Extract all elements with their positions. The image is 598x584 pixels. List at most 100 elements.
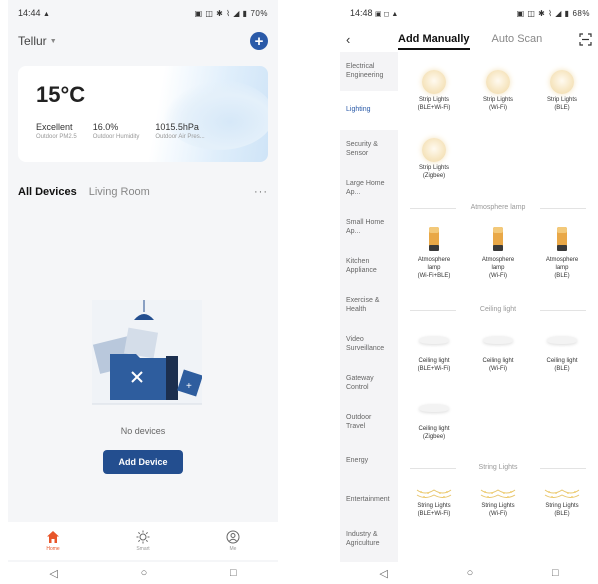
string-lights-row: String Lights (BLE+Wi-Fi) String Lights …: [398, 486, 598, 519]
system-back-button[interactable]: ◁: [49, 567, 57, 580]
strip-light-icon: [422, 70, 446, 94]
string-lights-icon: [416, 489, 452, 498]
tab-living-room[interactable]: Living Room: [89, 186, 150, 198]
add-device-button[interactable]: Add Device: [103, 450, 183, 474]
device-tile[interactable]: Ceiling light (BLE): [530, 328, 594, 374]
battery-level: 68%: [572, 8, 590, 18]
device-tile[interactable]: Strip Lights (BLE+Wi-Fi): [402, 70, 466, 113]
device-tile[interactable]: String Lights (Wi-Fi): [466, 486, 530, 519]
stat-pm25: Excellent Outdoor PM2.5: [36, 122, 77, 140]
system-nav-bar: ◁ ○ □: [8, 562, 278, 584]
weather-card[interactable]: 15°C Excellent Outdoor PM2.5 16.0% Outdo…: [18, 66, 268, 162]
add-device-header: ‹ Add Manually Auto Scan: [340, 26, 598, 52]
system-nav-bar: ◁ ○ □: [340, 562, 598, 584]
ceiling-light-icon: [419, 404, 449, 412]
ceiling-row: Ceiling light (BLE+Wi-Fi) Ceiling light …: [398, 328, 598, 374]
nav-me[interactable]: Me: [203, 530, 263, 552]
status-icons: ▣ ◫ ✱ ⌇ ◢ ▮ 68%: [516, 8, 590, 18]
device-tile[interactable]: Atmosphere lamp (Wi-Fi): [466, 224, 530, 280]
status-bar: 14:48 ▣ ◻ ▲ ▣ ◫ ✱ ⌇ ◢ ▮ 68%: [340, 0, 598, 26]
home-icon: [47, 531, 59, 543]
atmosphere-lamp-icon: [493, 227, 503, 251]
plus-circle-icon[interactable]: +: [250, 32, 268, 50]
device-tile[interactable]: Atmosphere lamp (Wi-Fi+BLE): [402, 224, 466, 280]
category-electrical[interactable]: Electrical Engineering: [340, 52, 398, 91]
svg-text:+: +: [186, 381, 192, 392]
device-tile[interactable]: Ceiling light (BLE+Wi-Fi): [402, 328, 466, 374]
more-icon[interactable]: ···: [254, 186, 268, 198]
temperature: 15°C: [36, 82, 86, 107]
device-tile[interactable]: Ceiling light (Zigbee): [402, 396, 466, 442]
section-title-ceiling: Ceiling light: [398, 306, 598, 313]
tab-auto-scan[interactable]: Auto Scan: [492, 33, 543, 45]
strip-lights-row: Strip Lights (BLE+Wi-Fi) Strip Lights (W…: [398, 70, 598, 113]
device-tile[interactable]: String Lights (BLE): [530, 486, 594, 519]
category-security[interactable]: Security & Sensor: [340, 130, 398, 169]
add-device-screen: 14:48 ▣ ◻ ▲ ▣ ◫ ✱ ⌇ ◢ ▮ 68% ‹ Add Manual…: [340, 0, 598, 584]
caret-down-icon: ▼: [49, 37, 57, 45]
status-icons: ▣ ◫ ✱ ⌇ ◢ ▮ 70%: [194, 8, 268, 18]
battery-level: 70%: [250, 8, 268, 18]
home-screen: 14:44 ▲ ▣ ◫ ✱ ⌇ ◢ ▮ 70% Tellur ▼ + 15°C …: [8, 0, 278, 584]
strip-light-icon: [550, 70, 574, 94]
device-tile[interactable]: Strip Lights (Wi-Fi): [466, 70, 530, 113]
strip-lights-row: Strip Lights (Zigbee): [398, 138, 598, 181]
device-tile[interactable]: Ceiling light (Wi-Fi): [466, 328, 530, 374]
ceiling-light-icon: [483, 336, 513, 344]
status-bar: 14:44 ▲ ▣ ◫ ✱ ⌇ ◢ ▮ 70%: [8, 0, 278, 26]
category-kitchen[interactable]: Kitchen Appliance: [340, 247, 398, 286]
room-tabs: All Devices Living Room ···: [8, 182, 278, 202]
strip-light-icon: [486, 70, 510, 94]
user-icon: [226, 530, 240, 544]
system-home-button[interactable]: ○: [141, 567, 148, 579]
category-sidebar: Electrical Engineering Lighting Security…: [340, 52, 398, 562]
atmosphere-lamp-icon: [557, 227, 567, 251]
system-recent-button[interactable]: □: [552, 567, 559, 579]
scan-icon[interactable]: [579, 32, 592, 46]
status-time: 14:48 ▣ ◻ ▲: [350, 8, 399, 18]
device-list: Strip Lights (BLE+Wi-Fi) Strip Lights (W…: [398, 52, 598, 562]
sun-icon: [136, 530, 150, 544]
string-lights-icon: [544, 489, 580, 498]
empty-folder-illustration: +: [92, 300, 202, 405]
nav-smart[interactable]: Smart: [113, 530, 173, 552]
system-home-button[interactable]: ○: [467, 567, 474, 579]
tab-add-manually[interactable]: Add Manually: [398, 33, 470, 50]
category-gateway[interactable]: Gateway Control: [340, 364, 398, 403]
ceiling-row: Ceiling light (Zigbee): [398, 396, 598, 442]
atmosphere-row: Atmosphere lamp (Wi-Fi+BLE) Atmosphere l…: [398, 224, 598, 280]
category-large-home-appliances[interactable]: Large Home Ap...: [340, 169, 398, 208]
bottom-nav: Home Smart Me: [8, 522, 278, 560]
section-title-atmosphere: Atmosphere lamp: [398, 204, 598, 211]
nav-home[interactable]: Home: [23, 530, 83, 552]
category-industry-agriculture[interactable]: Industry & Agriculture: [340, 520, 398, 559]
strip-light-icon: [422, 138, 446, 162]
stat-humidity: 16.0% Outdoor Humidity: [92, 122, 140, 140]
stat-pressure: 1015.5hPa Outdoor Air Pres...: [155, 122, 205, 140]
category-energy[interactable]: Energy: [340, 442, 398, 481]
category-video-surveillance[interactable]: Video Surveillance: [340, 325, 398, 364]
home-header: Tellur ▼ +: [8, 26, 278, 56]
atmosphere-lamp-icon: [429, 227, 439, 251]
system-back-button[interactable]: ◁: [379, 567, 387, 580]
section-title-string: String Lights: [398, 464, 598, 471]
home-name: Tellur: [18, 34, 47, 48]
category-exercise-health[interactable]: Exercise & Health: [340, 286, 398, 325]
category-lighting[interactable]: Lighting: [340, 91, 398, 130]
empty-state: + No devices Add Device: [8, 300, 278, 490]
device-tile[interactable]: String Lights (BLE+Wi-Fi): [402, 486, 466, 519]
tab-all-devices[interactable]: All Devices: [18, 186, 77, 198]
device-tile[interactable]: Strip Lights (BLE): [530, 70, 594, 113]
ceiling-light-icon: [419, 336, 449, 344]
status-time: 14:44 ▲: [18, 8, 50, 18]
no-devices-message: No devices: [120, 426, 166, 436]
category-small-home-appliances[interactable]: Small Home Ap...: [340, 208, 398, 247]
category-entertainment[interactable]: Entertainment: [340, 481, 398, 520]
device-tile[interactable]: Atmosphere lamp (BLE): [530, 224, 594, 280]
ceiling-light-icon: [547, 336, 577, 344]
category-outdoor-travel[interactable]: Outdoor Travel: [340, 403, 398, 442]
home-selector[interactable]: Tellur ▼: [18, 34, 57, 48]
system-recent-button[interactable]: □: [230, 567, 237, 579]
device-tile[interactable]: Strip Lights (Zigbee): [402, 138, 466, 181]
back-arrow-icon[interactable]: ‹: [346, 32, 366, 47]
